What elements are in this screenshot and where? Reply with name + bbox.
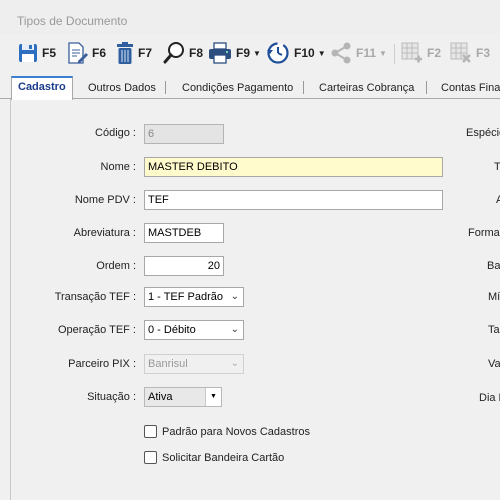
search-button[interactable]: F8 <box>163 40 203 66</box>
abreviatura-field[interactable]: MASTDEB <box>144 223 224 243</box>
right-label-t: T <box>494 161 500 173</box>
operacao-tef-label: Operação TEF : <box>57 324 136 336</box>
delete-shortcut: F7 <box>138 46 153 60</box>
padrao-novos-label: Padrão para Novos Cadastros <box>162 425 310 438</box>
chevron-down-icon: ⌄ <box>230 324 239 335</box>
grid-add-icon <box>401 42 423 64</box>
right-label-ba: Ba <box>487 260 500 272</box>
title-bar: Tipos de Documento <box>0 0 500 34</box>
window-title: Tipos de Documento <box>17 14 128 28</box>
share-button[interactable]: F11 ▼ <box>330 40 387 66</box>
save-icon <box>18 42 38 64</box>
operacao-tef-value: 0 - Débito <box>148 324 196 336</box>
grid-add-shortcut: F2 <box>427 46 442 60</box>
situacao-label: Situação : <box>87 391 136 403</box>
delete-button[interactable]: F7 <box>116 40 152 66</box>
edit-shortcut: F6 <box>92 46 107 60</box>
forma-label: Forma <box>468 227 500 239</box>
chevron-down-icon: ⌄ <box>230 291 239 302</box>
tab-divider <box>165 81 166 94</box>
situacao-value: Ativa <box>148 391 173 403</box>
nome-field[interactable]: MASTER DEBITO <box>144 157 443 177</box>
parceiro-pix-label: Parceiro PIX : <box>68 358 136 370</box>
checkbox-box[interactable] <box>144 425 157 438</box>
trash-icon <box>116 41 134 65</box>
tab-contas-financeiras[interactable]: Contas Finan <box>441 79 500 99</box>
abreviatura-label: Abreviatura : <box>73 227 136 239</box>
toolbar-separator <box>394 44 395 64</box>
search-icon <box>163 41 185 65</box>
right-label-a: A <box>496 194 500 206</box>
transacao-tef-select[interactable]: 1 - TEF Padrão ⌄ <box>144 287 244 307</box>
right-label-ta: Ta <box>488 324 500 336</box>
share-icon <box>330 42 352 64</box>
nome-pdv-field[interactable]: TEF <box>144 190 443 210</box>
tab-cadastro[interactable]: Cadastro <box>11 76 73 100</box>
codigo-label: Código : <box>95 127 136 139</box>
dia-label: Dia F <box>479 392 500 404</box>
checkbox-box[interactable] <box>144 451 157 464</box>
transacao-tef-value: 1 - TEF Padrão <box>148 291 223 303</box>
grid-remove-button[interactable]: F3 <box>450 40 490 66</box>
history-shortcut: F10 <box>294 46 315 60</box>
grid-remove-icon <box>450 42 472 64</box>
chevron-down-icon: ⌄ <box>230 358 239 369</box>
toolbar: F5 F6 F7 F8 F9 ▼ F10 ▼ F11 ▼ F2 F3 <box>0 34 500 72</box>
operacao-tef-select[interactable]: 0 - Débito ⌄ <box>144 320 244 340</box>
especie-label: Espécie <box>466 127 500 139</box>
grid-remove-shortcut: F3 <box>476 46 491 60</box>
edit-icon <box>66 41 88 65</box>
parceiro-pix-value: Banrisul <box>148 358 188 370</box>
codigo-field: 6 <box>144 124 224 144</box>
chevron-down-icon: ▼ <box>317 48 326 58</box>
right-label-va: Va <box>488 358 500 370</box>
print-shortcut: F9 <box>236 46 251 60</box>
tab-condicoes-pagamento[interactable]: Condições Pagamento <box>182 79 293 99</box>
tab-carteiras-cobranca[interactable]: Carteiras Cobrança <box>319 79 414 99</box>
parceiro-pix-select: Banrisul ⌄ <box>144 354 244 374</box>
nome-pdv-label: Nome PDV : <box>74 194 136 206</box>
solicitar-bandeira-label: Solicitar Bandeira Cartão <box>162 451 285 464</box>
save-button[interactable]: F5 <box>18 40 56 66</box>
caret-down-icon[interactable]: ▼ <box>205 388 221 406</box>
history-button[interactable]: F10 ▼ <box>266 40 326 66</box>
nome-label: Nome : <box>100 161 136 173</box>
tab-divider <box>303 81 304 94</box>
clock-icon <box>266 41 290 65</box>
situacao-select[interactable]: Ativa ▼ <box>144 387 222 407</box>
chevron-down-icon: ▼ <box>253 48 261 58</box>
right-label-mi: Mí <box>488 291 500 303</box>
ordem-label: Ordem : <box>96 260 136 272</box>
print-button[interactable]: F9 ▼ <box>208 40 261 66</box>
save-shortcut: F5 <box>42 46 57 60</box>
printer-icon <box>208 41 232 65</box>
transacao-tef-label: Transação TEF : <box>54 291 136 303</box>
tab-bar: Cadastro Outros Dados Condições Pagament… <box>0 76 500 100</box>
share-shortcut: F11 <box>356 46 377 60</box>
padrao-novos-checkbox[interactable]: Padrão para Novos Cadastros <box>144 425 310 438</box>
solicitar-bandeira-checkbox[interactable]: Solicitar Bandeira Cartão <box>144 451 284 464</box>
edit-button[interactable]: F6 <box>66 40 106 66</box>
ordem-field[interactable]: 20 <box>144 256 224 276</box>
tab-divider <box>426 81 427 94</box>
grid-add-button[interactable]: F2 <box>401 40 441 66</box>
search-shortcut: F8 <box>189 46 204 60</box>
tab-outros-dados[interactable]: Outros Dados <box>88 79 156 99</box>
chevron-down-icon: ▼ <box>379 48 387 58</box>
